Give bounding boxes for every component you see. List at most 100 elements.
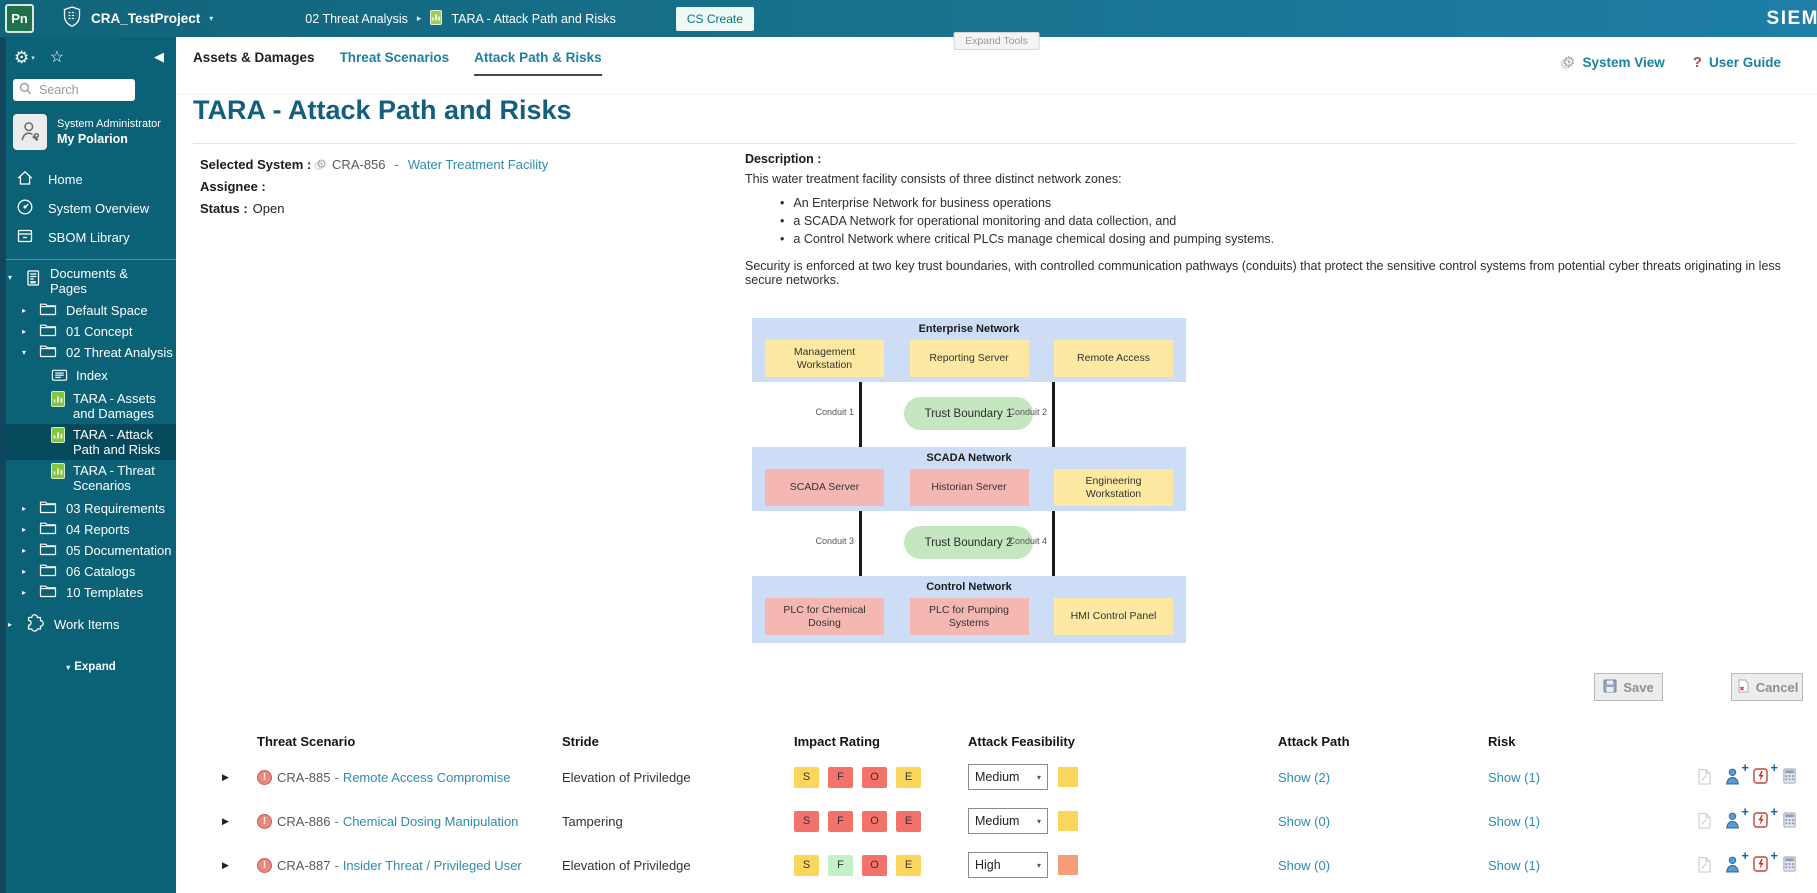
tab-assets-damages[interactable]: Assets & Damages [193,50,315,76]
attack-path-show-link[interactable]: Show (0) [1278,814,1330,829]
node-plc-pumping-systems: PLC for Pumping Systems [909,598,1029,635]
attack-feasibility-cell: Medium ▾ [968,799,1278,843]
calculator-icon[interactable] [1782,811,1803,832]
add-attack-path-icon[interactable]: + [1724,760,1749,788]
tree-expanded-icon[interactable]: ▾ [22,348,30,357]
expand-tools-button[interactable]: Expand Tools [953,32,1040,50]
settings-gear-icon[interactable]: ⚙ ▾ [14,49,35,66]
conduit-line [859,511,862,576]
zone-title: Control Network [926,581,1012,593]
sidebar-item-documents-pages[interactable]: ▾ Documents & Pages [6,266,176,296]
impact-badge: F [828,766,853,788]
space-03-requirements[interactable]: ▸ 03 Requirements [6,498,176,519]
user-guide-link[interactable]: ? User Guide [1693,54,1781,71]
impact-badge: E [896,854,921,876]
threat-scenario-link[interactable]: Insider Threat / Privileged User [343,858,522,873]
expand-row-icon[interactable]: ▶ [222,772,229,783]
system-view-link[interactable]: ⚙ System View [1562,53,1665,71]
tab-threat-scenarios[interactable]: Threat Scenarios [340,50,450,76]
page-index[interactable]: Index [6,365,176,388]
space-04-reports[interactable]: ▸ 04 Reports [6,519,176,540]
conduit-label: Conduit 4 [1008,536,1047,546]
save-button[interactable]: Save [1594,673,1663,701]
cancel-button[interactable]: Cancel [1731,673,1803,701]
threat-warning-icon: ! [257,769,272,785]
favorites-star-icon[interactable]: ☆ [50,47,64,67]
sidebar-item-label: Documents & Pages [50,266,129,296]
tab-attack-path-risks[interactable]: Attack Path & Risks [474,50,602,76]
feasibility-dropdown[interactable]: Medium ▾ [968,808,1048,834]
calculator-icon[interactable] [1782,767,1803,788]
page-tara-threat-scenarios[interactable]: TARA - Threat Scenarios [6,460,176,496]
tree-collapsed-icon[interactable]: ▸ [22,504,30,513]
space-05-documentation[interactable]: ▸ 05 Documentation [6,540,176,561]
sidebar-item-label: SBOM Library [48,230,130,245]
user-panel[interactable]: System Administrator My Polarion [13,114,168,150]
node-engineering-workstation: Engineering Workstation [1054,469,1173,506]
sidebar-item-home[interactable]: Home [6,165,176,194]
space-default-space[interactable]: ▸ Default Space [6,300,176,321]
risk-show-link[interactable]: Show (1) [1488,814,1540,829]
page-label: TARA - Threat Scenarios [73,463,155,493]
tree-collapsed-icon[interactable]: ▸ [22,525,30,534]
puzzle-icon [24,612,46,637]
space-10-templates[interactable]: ▸ 10 Templates [6,582,176,603]
risk-show-link[interactable]: Show (1) [1488,770,1540,785]
sidebar-item-system-overview[interactable]: System Overview [6,194,176,223]
add-attack-path-icon[interactable]: + [1724,804,1749,832]
space-06-catalogs[interactable]: ▸ 06 Catalogs [6,561,176,582]
sidebar-expand-button[interactable]: ▾ Expand [6,661,176,673]
threat-scenario-link[interactable]: Chemical Dosing Manipulation [343,814,519,829]
tree-collapsed-icon[interactable]: ▸ [22,306,30,315]
tree-collapsed-icon[interactable]: ▸ [22,588,30,597]
expand-row-icon[interactable]: ▶ [222,860,229,871]
conduit-label: Conduit 3 [815,536,854,546]
attack-feasibility-cell: High ▾ [968,843,1278,887]
page-tara-attack-path-risks-selected[interactable]: TARA - Attack Path and Risks [6,424,176,460]
space-01-concept[interactable]: ▸ 01 Concept [6,321,176,342]
attack-path-show-link[interactable]: Show (2) [1278,770,1330,785]
search-box[interactable] [13,79,135,101]
sidebar-item-work-items[interactable]: ▸ Work Items [6,603,176,637]
row-actions: + + [1678,799,1817,843]
node-historian-server: Historian Server [909,469,1029,506]
attack-path-show-link[interactable]: Show (0) [1278,858,1330,873]
add-risk-icon[interactable]: + [1753,848,1778,876]
project-selector[interactable]: CRA_TestProject ▾ [62,5,213,33]
folder-icon [39,563,57,580]
folder-icon [39,521,57,538]
space-02-threat-analysis[interactable]: ▾ 02 Threat Analysis [6,342,176,363]
calculator-icon[interactable] [1782,855,1803,876]
tree-expanded-icon[interactable]: ▾ [8,273,16,282]
tree-collapsed-icon[interactable]: ▸ [22,327,30,336]
add-risk-icon[interactable]: + [1753,760,1778,788]
folder-icon [39,323,57,340]
home-icon [15,168,35,191]
risk-show-link[interactable]: Show (1) [1488,858,1540,873]
breadcrumb-space[interactable]: 02 Threat Analysis [305,12,408,26]
cs-create-button[interactable]: CS Create [675,6,754,31]
sidebar-item-sbom-library[interactable]: SBOM Library [6,223,176,252]
threat-scenario-link[interactable]: Remote Access Compromise [343,770,511,785]
feasibility-dropdown[interactable]: High ▾ [968,852,1048,878]
expand-row-icon[interactable]: ▶ [222,816,229,827]
impact-badge: O [862,854,887,876]
description-intro: This water treatment facility consists o… [745,171,1122,186]
tree-collapsed-icon[interactable]: ▸ [22,546,30,555]
add-attack-path-icon[interactable]: + [1724,848,1749,876]
add-risk-icon[interactable]: + [1753,804,1778,832]
tree-collapsed-icon[interactable]: ▸ [8,620,16,629]
tree-collapsed-icon[interactable]: ▸ [22,567,30,576]
folder-icon [39,542,57,559]
col-stride: Stride [562,733,599,749]
folder-icon [39,500,57,517]
search-input[interactable] [37,82,123,98]
collapse-sidebar-icon[interactable]: ◀ [154,49,164,65]
breadcrumb-page[interactable]: TARA - Attack Path and Risks [451,12,615,26]
system-link[interactable]: Water Treatment Facility [408,157,548,172]
conduit-label: Conduit 1 [815,407,854,417]
work-item-id: CRA-886 [277,813,331,829]
page-tara-assets-damages[interactable]: TARA - Assets and Damages [6,388,176,424]
feasibility-dropdown[interactable]: Medium ▾ [968,764,1048,790]
attack-path-cell: Show (2) [1278,755,1488,799]
